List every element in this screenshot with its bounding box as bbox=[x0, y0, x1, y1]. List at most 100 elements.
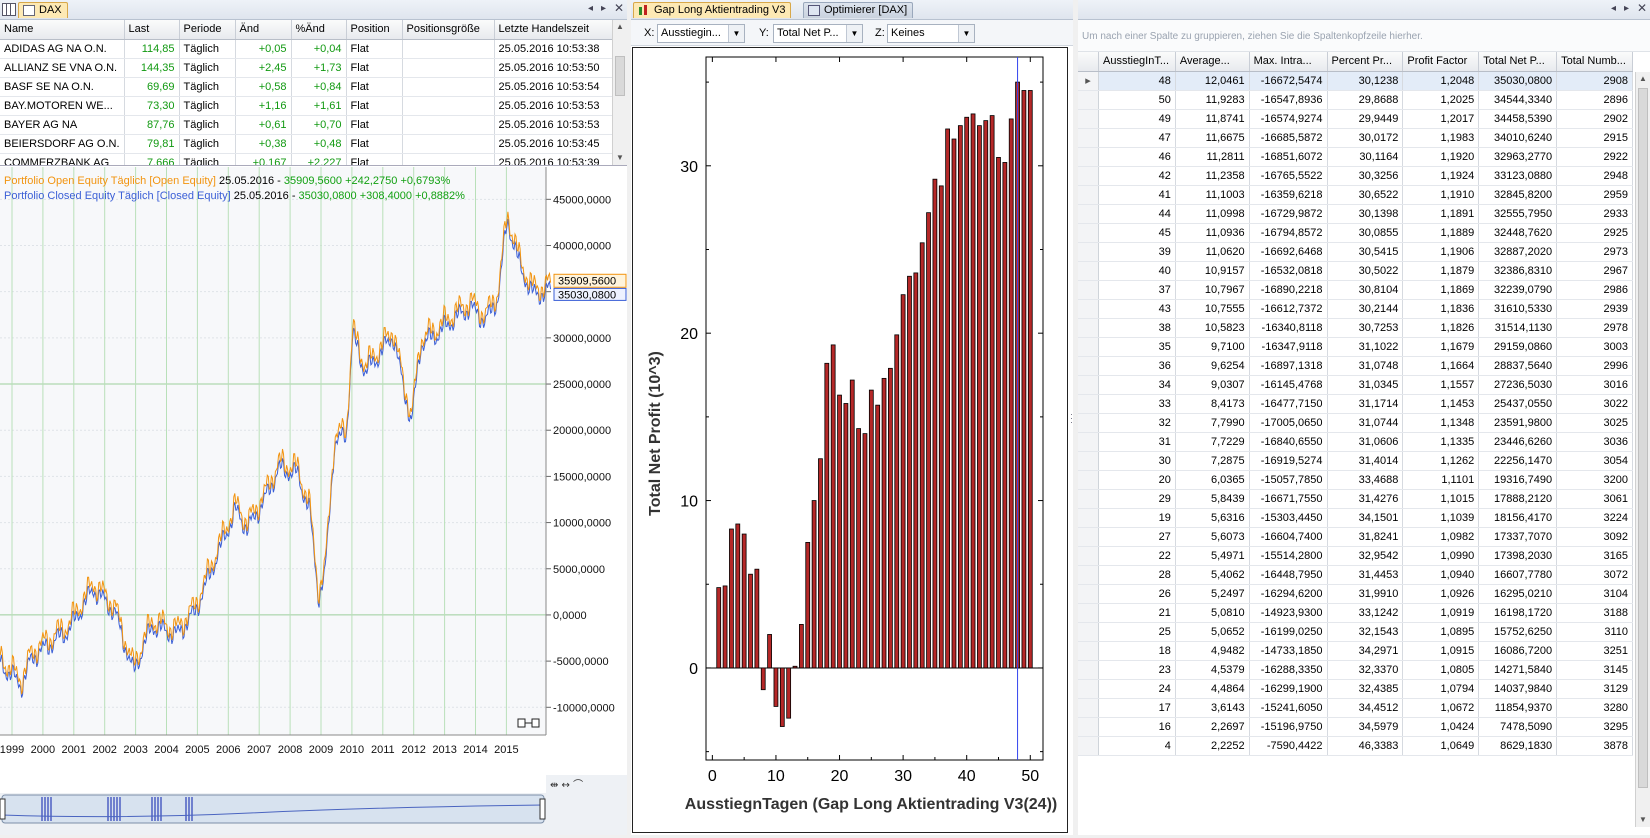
row-indicator[interactable] bbox=[1078, 147, 1098, 166]
table-row[interactable]: 359,7100-16347,911831,10221,167929159,08… bbox=[1078, 337, 1633, 356]
close-icon[interactable]: ✕ bbox=[614, 1, 624, 15]
bar[interactable] bbox=[825, 363, 829, 668]
z-axis-select[interactable]: Keines ▼ bbox=[887, 24, 975, 43]
bar[interactable] bbox=[723, 586, 727, 668]
row-indicator[interactable] bbox=[1078, 508, 1098, 527]
table-row[interactable]: 4911,8741-16574,927429,94491,201734458,5… bbox=[1078, 109, 1633, 128]
column-header[interactable]: Total Numb... bbox=[1557, 52, 1633, 71]
row-indicator[interactable] bbox=[1078, 109, 1098, 128]
bar[interactable] bbox=[755, 569, 759, 668]
table-row[interactable]: 338,4173-16477,715031,17141,145325437,05… bbox=[1078, 394, 1633, 413]
bar[interactable] bbox=[1028, 90, 1032, 667]
column-header[interactable]: Percent Pr... bbox=[1327, 52, 1403, 71]
row-indicator[interactable] bbox=[1078, 546, 1098, 565]
scroll-thumb[interactable] bbox=[1638, 88, 1648, 788]
column-header[interactable]: Periode bbox=[179, 20, 235, 39]
table-row[interactable]: BASF SE NA O.N.69,69Täglich+0,58+0,84Fla… bbox=[0, 77, 613, 96]
column-header[interactable]: Total Net P... bbox=[1479, 52, 1557, 71]
tab-prev-icon[interactable]: ◂ bbox=[1611, 3, 1616, 14]
table-row[interactable]: ADIDAS AG NA O.N.114,85Täglich+0,05+0,04… bbox=[0, 39, 613, 58]
table-row[interactable]: 265,2497-16294,620031,99101,092616295,02… bbox=[1078, 584, 1633, 603]
row-indicator[interactable] bbox=[1078, 489, 1098, 508]
table-row[interactable]: 3911,0620-16692,646830,54151,190632887,2… bbox=[1078, 242, 1633, 261]
scroll-up-icon[interactable]: ▲ bbox=[613, 20, 627, 34]
row-indicator[interactable] bbox=[1078, 660, 1098, 679]
row-indicator[interactable] bbox=[1078, 527, 1098, 546]
row-indicator[interactable] bbox=[1078, 698, 1098, 717]
table-row[interactable]: 173,6143-15241,605034,45121,067211854,93… bbox=[1078, 698, 1633, 717]
scroll-thumb[interactable] bbox=[615, 56, 625, 96]
row-indicator[interactable] bbox=[1078, 299, 1098, 318]
table-row[interactable]: 4010,9157-16532,081830,50221,187932386,8… bbox=[1078, 261, 1633, 280]
scroll-down-icon[interactable]: ▼ bbox=[1636, 813, 1650, 827]
table-row[interactable]: 4511,0936-16794,857230,08551,188932448,7… bbox=[1078, 223, 1633, 242]
row-indicator[interactable] bbox=[1078, 679, 1098, 698]
table-row[interactable]: 4711,6675-16685,587230,01721,198334010,6… bbox=[1078, 128, 1633, 147]
tab-next-icon[interactable]: ▸ bbox=[601, 3, 606, 14]
timeline-zoom-icons[interactable]: ⇹ ↔ ⌒ bbox=[550, 779, 583, 791]
table-row[interactable]: 206,0365-15057,785033,46881,110119316,74… bbox=[1078, 470, 1633, 489]
table-row[interactable]: 349,0307-16145,476831,03451,155727236,50… bbox=[1078, 375, 1633, 394]
bar[interactable] bbox=[971, 114, 975, 668]
column-header[interactable]: Profit Factor bbox=[1403, 52, 1479, 71]
table-row[interactable]: 317,7229-16840,655031,06061,133523446,62… bbox=[1078, 432, 1633, 451]
bar[interactable] bbox=[876, 405, 880, 668]
table-row[interactable]: COMMERZBANK AG7,666Täglich+0,167+2,227Fl… bbox=[0, 153, 613, 166]
tab-optimierer[interactable]: Optimierer [DAX] bbox=[803, 2, 913, 18]
bar[interactable] bbox=[958, 126, 962, 668]
row-indicator[interactable] bbox=[1078, 90, 1098, 109]
row-indicator[interactable] bbox=[1078, 565, 1098, 584]
table-row[interactable]: 4611,2811-16851,607230,11641,192032963,2… bbox=[1078, 147, 1633, 166]
bar[interactable] bbox=[1009, 119, 1013, 668]
bar[interactable] bbox=[927, 213, 931, 668]
column-header[interactable]: Positionsgröße bbox=[402, 20, 494, 39]
bar[interactable] bbox=[990, 116, 994, 668]
table-row[interactable]: 327,7990-17005,065031,07441,134823591,98… bbox=[1078, 413, 1633, 432]
table-row[interactable]: ALLIANZ SE VNA O.N.144,35Täglich+2,45+1,… bbox=[0, 58, 613, 77]
row-indicator[interactable] bbox=[1078, 318, 1098, 337]
bar[interactable] bbox=[901, 295, 905, 668]
row-indicator[interactable] bbox=[1078, 413, 1098, 432]
table-row[interactable]: 234,5379-16288,335032,33701,080514271,58… bbox=[1078, 660, 1633, 679]
row-indicator[interactable] bbox=[1078, 185, 1098, 204]
bar[interactable] bbox=[850, 380, 854, 668]
bar[interactable] bbox=[939, 186, 943, 668]
row-indicator[interactable] bbox=[1078, 280, 1098, 299]
row-indicator[interactable] bbox=[1078, 356, 1098, 375]
bar[interactable] bbox=[787, 668, 791, 718]
bar[interactable] bbox=[844, 403, 848, 667]
range-handle-right[interactable] bbox=[540, 799, 545, 819]
table-row[interactable]: 285,4062-16448,795031,44531,094016607,77… bbox=[1078, 565, 1633, 584]
y-axis-select[interactable]: Total Net P... ▼ bbox=[773, 24, 863, 43]
bar[interactable] bbox=[952, 139, 956, 668]
splitter-grip[interactable]: ··· bbox=[1070, 412, 1074, 428]
column-header[interactable]: Average... bbox=[1175, 52, 1249, 71]
table-row[interactable]: 215,0810-14923,930033,12421,091916198,17… bbox=[1078, 603, 1633, 622]
table-row[interactable]: BAYER AG NA87,76Täglich+0,61+0,70Flat25.… bbox=[0, 115, 613, 134]
table-row[interactable]: 162,2697-15196,975034,59791,04247478,509… bbox=[1078, 717, 1633, 736]
group-by-hint[interactable]: Um nach einer Spalte zu gruppieren, zieh… bbox=[1078, 20, 1650, 52]
column-header[interactable]: Last bbox=[124, 20, 179, 39]
table-row[interactable]: 295,8439-16671,755031,42761,101517888,21… bbox=[1078, 489, 1633, 508]
bar[interactable] bbox=[729, 529, 733, 668]
row-indicator[interactable] bbox=[1078, 641, 1098, 660]
bar[interactable] bbox=[749, 574, 753, 668]
optimizer-chart[interactable]: 010203001020304050Total Net Profit (10^3… bbox=[632, 47, 1068, 833]
layout-icon[interactable] bbox=[2, 3, 16, 16]
row-indicator[interactable] bbox=[1078, 223, 1098, 242]
column-header[interactable]: Position bbox=[346, 20, 402, 39]
row-indicator[interactable] bbox=[1078, 736, 1098, 755]
bar[interactable] bbox=[869, 390, 873, 668]
bar[interactable] bbox=[984, 121, 988, 668]
bar[interactable] bbox=[946, 129, 950, 668]
column-header[interactable]: %Änd bbox=[291, 20, 346, 39]
bar[interactable] bbox=[736, 524, 740, 668]
row-indicator[interactable] bbox=[1078, 242, 1098, 261]
bar[interactable] bbox=[812, 501, 816, 668]
bar[interactable] bbox=[888, 368, 892, 668]
bar[interactable] bbox=[780, 668, 784, 727]
row-indicator[interactable] bbox=[1078, 375, 1098, 394]
bar[interactable] bbox=[863, 434, 867, 668]
table-row[interactable]: 307,2875-16919,527431,40141,126222256,14… bbox=[1078, 451, 1633, 470]
column-header[interactable]: Max. Intra... bbox=[1249, 52, 1327, 71]
